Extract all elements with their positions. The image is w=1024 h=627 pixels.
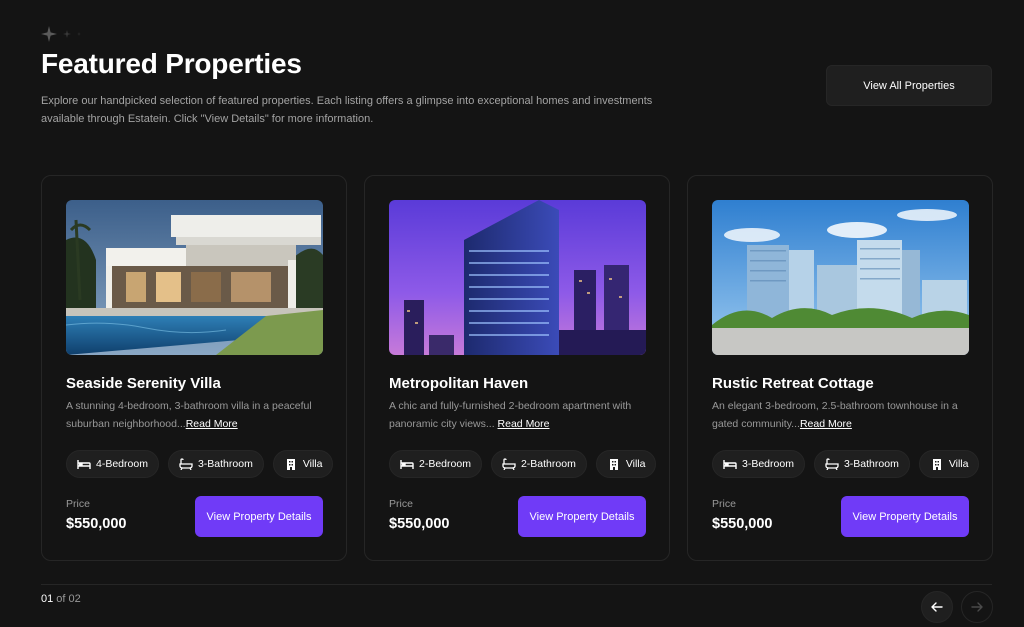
read-more-link[interactable]: Read More [800, 418, 852, 430]
property-name: Seaside Serenity Villa [66, 375, 221, 392]
bedroom-count: 3-Bedroom [742, 458, 794, 470]
page-title: Featured Properties [41, 48, 302, 79]
property-type: Villa [302, 458, 323, 470]
view-all-properties-button[interactable]: View All Properties [826, 65, 992, 106]
bedroom-count: 4-Bedroom [96, 458, 148, 470]
building-icon [609, 459, 618, 470]
property-image [389, 200, 646, 355]
price-value: $550,000 [66, 516, 127, 532]
type-tag: Villa [918, 450, 980, 478]
type-tag: Villa [595, 450, 657, 478]
property-name: Rustic Retreat Cottage [712, 375, 874, 392]
bedroom-tag: 2-Bedroom [389, 450, 482, 478]
arrow-right-icon [971, 602, 983, 612]
bathroom-tag: 2-Bathroom [490, 450, 587, 478]
building-icon [932, 459, 941, 470]
view-property-details-button[interactable]: View Property Details [841, 496, 969, 537]
current-page: 01 [41, 593, 54, 605]
bed-icon [400, 460, 414, 469]
property-image [712, 200, 969, 355]
previous-page-button[interactable] [921, 591, 953, 623]
pagination-indicator: 01 of 02 [41, 593, 81, 605]
price-label: Price [389, 498, 413, 510]
property-description: A stunning 4-bedroom, 3-bathroom villa i… [66, 397, 328, 433]
bathroom-tag: 3-Bathroom [813, 450, 910, 478]
building-icon [286, 459, 295, 470]
price-value: $550,000 [389, 516, 450, 532]
total-pages: 02 [68, 593, 81, 605]
property-type: Villa [625, 458, 646, 470]
bathroom-count: 3-Bathroom [197, 458, 253, 470]
property-description: An elegant 3-bedroom, 2.5-bathroom townh… [712, 397, 974, 433]
bedroom-tag: 3-Bedroom [712, 450, 805, 478]
bath-icon [502, 458, 516, 470]
bathroom-count: 3-Bathroom [843, 458, 899, 470]
bath-icon [825, 458, 839, 470]
bathroom-count: 2-Bathroom [520, 458, 576, 470]
arrow-left-icon [931, 602, 943, 612]
property-card: Seaside Serenity Villa A stunning 4-bedr… [41, 175, 347, 561]
property-description: A chic and fully-furnished 2-bedroom apa… [389, 397, 651, 433]
read-more-link[interactable]: Read More [186, 418, 238, 430]
view-property-details-button[interactable]: View Property Details [518, 496, 646, 537]
bed-icon [723, 460, 737, 469]
section-divider [41, 584, 992, 585]
page-subtitle: Explore our handpicked selection of feat… [41, 95, 653, 125]
property-tags: 2-Bedroom 2-Bathroom Villa [389, 450, 657, 478]
bedroom-tag: 4-Bedroom [66, 450, 159, 478]
property-type: Villa [948, 458, 969, 470]
property-tags: 3-Bedroom 3-Bathroom Villa [712, 450, 980, 478]
bedroom-count: 2-Bedroom [419, 458, 471, 470]
price-label: Price [712, 498, 736, 510]
bathroom-tag: 3-Bathroom [167, 450, 264, 478]
read-more-link[interactable]: Read More [498, 418, 550, 430]
next-page-button[interactable] [961, 591, 993, 623]
property-tags: 4-Bedroom 3-Bathroom Villa [66, 450, 334, 478]
price-value: $550,000 [712, 516, 773, 532]
page-separator: of [53, 593, 69, 605]
price-label: Price [66, 498, 90, 510]
bath-icon [179, 458, 193, 470]
sparkle-icon [41, 26, 81, 42]
type-tag: Villa [272, 450, 334, 478]
property-card: Rustic Retreat Cottage An elegant 3-bedr… [687, 175, 993, 561]
property-name: Metropolitan Haven [389, 375, 529, 392]
property-card: Metropolitan Haven A chic and fully-furn… [364, 175, 670, 561]
view-property-details-button[interactable]: View Property Details [195, 496, 323, 537]
bed-icon [77, 460, 91, 469]
property-image [66, 200, 323, 355]
